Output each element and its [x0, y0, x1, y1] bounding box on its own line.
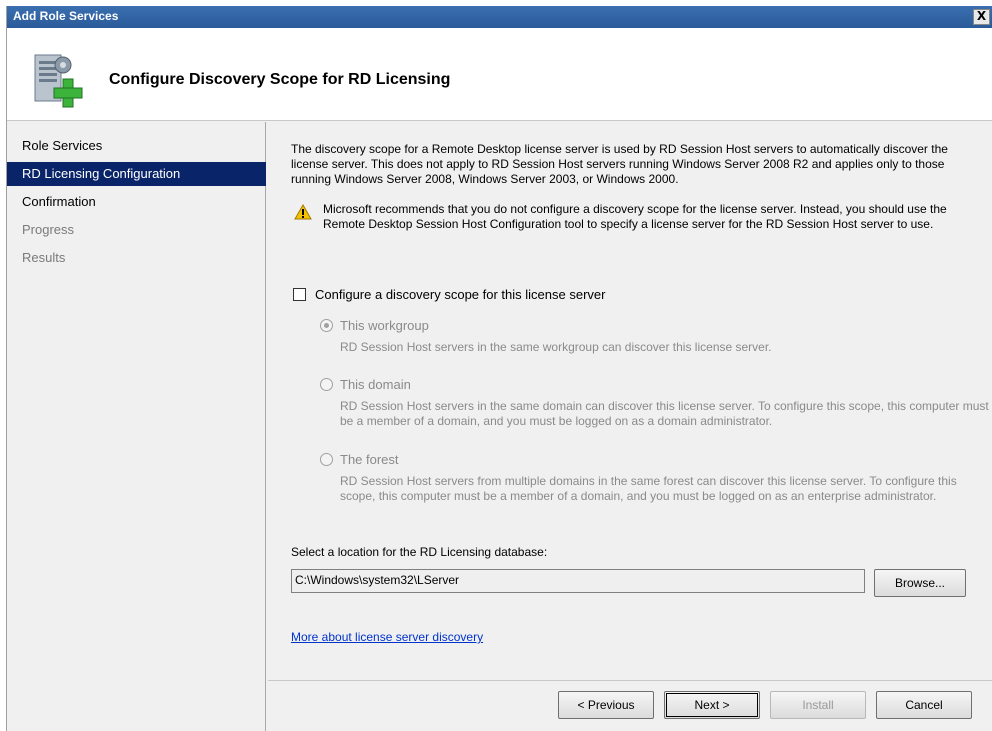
- database-location-label: Select a location for the RD Licensing d…: [291, 545, 548, 559]
- nav-item-rd-licensing-configuration[interactable]: RD Licensing Configuration: [7, 162, 266, 186]
- option-label: This domain: [340, 377, 411, 392]
- cancel-button[interactable]: Cancel: [876, 691, 972, 719]
- wizard-footer: < Previous Next > Install Cancel: [268, 680, 992, 731]
- nav-item-results: Results: [22, 250, 66, 265]
- more-about-discovery-link[interactable]: More about license server discovery: [291, 630, 483, 644]
- wizard-nav: Role Services RD Licensing Configuration…: [7, 122, 266, 731]
- warning-text: Microsoft recommends that you do not con…: [323, 202, 947, 231]
- nav-item-confirmation[interactable]: Confirmation: [7, 190, 266, 214]
- option-label: The forest: [340, 452, 399, 467]
- wizard-header: Configure Discovery Scope for RD Licensi…: [7, 28, 992, 121]
- next-button[interactable]: Next >: [664, 691, 760, 719]
- server-add-icon: [34, 54, 83, 108]
- radio-this-workgroup: [320, 319, 333, 332]
- nav-item-progress: Progress: [22, 222, 75, 237]
- install-button: Install: [770, 691, 866, 719]
- option-description: RD Session Host servers in the same work…: [340, 340, 772, 354]
- browse-button[interactable]: Browse...: [874, 569, 966, 597]
- window-title: Add Role Services: [13, 9, 119, 23]
- option-description: RD Session Host servers from multiple do…: [340, 474, 957, 503]
- radio-this-domain: [320, 378, 333, 391]
- add-role-services-window: Add Role Services X Configure Discovery …: [6, 6, 992, 731]
- main-content: The discovery scope for a Remote Desktop…: [268, 122, 992, 680]
- page-title: Configure Discovery Scope for RD Licensi…: [109, 71, 451, 88]
- close-button[interactable]: X: [973, 9, 990, 25]
- option-label: This workgroup: [340, 318, 429, 333]
- discovery-scope-checkbox[interactable]: [293, 288, 306, 301]
- database-location-field[interactable]: C:\Windows\system32\LServer: [291, 569, 865, 593]
- warning-icon: [294, 204, 312, 220]
- discovery-scope-checkbox-label[interactable]: Configure a discovery scope for this lic…: [315, 287, 605, 302]
- option-description: RD Session Host servers in the same doma…: [340, 399, 989, 428]
- intro-text: The discovery scope for a Remote Desktop…: [291, 142, 948, 186]
- radio-the-forest: [320, 453, 333, 466]
- nav-item-role-services[interactable]: Role Services: [7, 134, 266, 158]
- title-bar: Add Role Services X: [7, 6, 992, 28]
- previous-button[interactable]: < Previous: [558, 691, 654, 719]
